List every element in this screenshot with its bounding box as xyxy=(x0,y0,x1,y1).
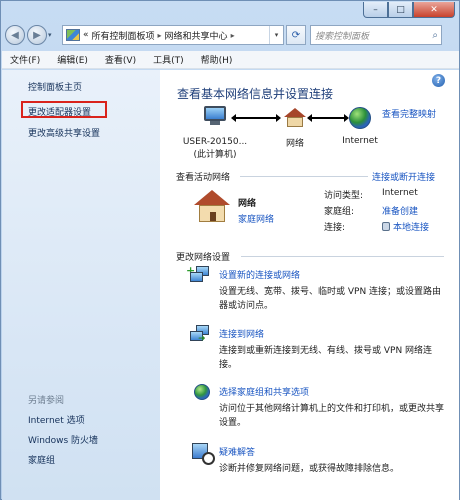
local-connection-entry: 本地连接 xyxy=(382,220,429,233)
divider xyxy=(241,256,444,257)
connect-network-icon: ➜ xyxy=(190,325,210,344)
back-button[interactable]: ◀ xyxy=(5,25,25,45)
see-also-heading: 另请参阅 xyxy=(28,396,65,406)
recent-pages-dropdown[interactable]: ▾ xyxy=(48,31,58,39)
connection-line xyxy=(307,114,349,122)
computer-sublabel: (此计算机) xyxy=(193,150,237,160)
menu-file[interactable]: 文件(F) xyxy=(10,53,40,66)
internet-label: Internet xyxy=(342,136,378,146)
sidebar-item-windows-firewall[interactable]: Windows 防火墙 xyxy=(28,433,98,446)
network-map: USER-20150... (此计算机) 网络 Internet xyxy=(180,106,380,166)
homegroup-sharing-link[interactable]: 选择家庭组和共享选项 xyxy=(219,385,309,398)
sidebar: 控制面板主页 更改适配器设置 更改高级共享设置 另请参阅 Internet 选项… xyxy=(2,70,160,500)
task-description: 连接到或重新连接到无线、有线、拨号或 VPN 网络连接。 xyxy=(219,346,433,370)
sidebar-item-internet-options[interactable]: Internet 选项 xyxy=(28,413,85,426)
local-connection-link[interactable]: 本地连接 xyxy=(393,223,429,233)
computer-icon xyxy=(204,106,226,126)
search-placeholder: 搜索控制面板 xyxy=(315,31,370,42)
info-key: 家庭组: xyxy=(324,207,355,217)
info-value: Internet xyxy=(382,188,418,198)
home-network-icon xyxy=(194,190,230,224)
search-input[interactable]: 搜索控制面板 ⌕ xyxy=(310,25,442,45)
sidebar-item-homegroup[interactable]: 家庭组 xyxy=(28,453,55,466)
task-description: 访问位于其他网络计算机上的文件和打印机，或更改共享设置。 xyxy=(219,404,445,428)
address-dropdown-icon[interactable]: ▾ xyxy=(269,26,283,44)
change-settings-heading: 更改网络设置 xyxy=(176,253,231,263)
breadcrumb-separator-icon[interactable]: ▸ xyxy=(158,31,162,40)
view-full-map-link[interactable]: 查看完整映射 xyxy=(382,107,436,120)
network-type-link[interactable]: 家庭网络 xyxy=(238,212,274,225)
breadcrumb-all-items[interactable]: 所有控制面板项 xyxy=(92,29,155,42)
internet-globe-icon xyxy=(349,107,371,129)
network-house-icon xyxy=(284,108,306,128)
network-name: 网络 xyxy=(238,199,257,209)
homegroup-ready-link[interactable]: 准备创建 xyxy=(382,204,418,217)
breadcrumb-network-center[interactable]: 网络和共享中心 xyxy=(165,29,228,42)
computer-label: USER-20150... (此计算机) xyxy=(180,136,250,162)
caption-buttons: – □ ✕ xyxy=(363,2,455,18)
setup-connection-link[interactable]: 设置新的连接或网络 xyxy=(219,268,300,281)
sidebar-item-control-panel-home[interactable]: 控制面板主页 xyxy=(28,80,82,93)
page-title: 查看基本网络信息并设置连接 xyxy=(177,87,334,101)
minimize-button[interactable]: – xyxy=(363,2,388,18)
address-bar[interactable]: « 所有控制面板项 ▸ 网络和共享中心 ▸ ▾ xyxy=(62,25,284,45)
menu-bar: 文件(F) 编辑(E) 查看(V) 工具(T) 帮助(H) xyxy=(2,51,459,69)
homegroup-sharing-icon xyxy=(190,383,210,401)
info-key: 连接: xyxy=(324,223,346,233)
connect-to-network-link[interactable]: 连接到网络 xyxy=(219,327,264,340)
new-connection-icon: + xyxy=(186,265,210,284)
main-content: ? 查看基本网络信息并设置连接 查看完整映射 USER-20150... (此计… xyxy=(160,70,459,500)
task-description: 设置无线、宽带、拨号、临时或 VPN 连接；或设置路由器或访问点。 xyxy=(219,287,442,311)
menu-help[interactable]: 帮助(H) xyxy=(201,53,233,66)
breadcrumb-separator-icon[interactable]: ▸ xyxy=(231,31,235,40)
network-sharing-center-window: – □ ✕ ◀ ▶ ▾ « 所有控制面板项 ▸ 网络和共享中心 ▸ ▾ ⟳ 搜索… xyxy=(0,0,460,500)
info-key: 访问类型: xyxy=(324,191,364,201)
navigation-bar: ◀ ▶ ▾ « 所有控制面板项 ▸ 网络和共享中心 ▸ ▾ ⟳ 搜索控制面板 ⌕ xyxy=(5,23,457,47)
forward-button[interactable]: ▶ xyxy=(27,25,47,45)
menu-view[interactable]: 查看(V) xyxy=(105,53,136,66)
sidebar-item-change-adapter-settings[interactable]: 更改适配器设置 xyxy=(28,105,91,118)
menu-tools[interactable]: 工具(T) xyxy=(153,53,184,66)
network-adapter-icon xyxy=(382,222,390,231)
help-icon[interactable]: ? xyxy=(432,74,445,87)
address-overflow-chevron[interactable]: « xyxy=(83,30,89,40)
troubleshoot-link[interactable]: 疑难解答 xyxy=(219,445,255,458)
computer-name: USER-20150... xyxy=(182,137,248,147)
menu-edit[interactable]: 编辑(E) xyxy=(57,53,88,66)
connection-line xyxy=(231,114,281,122)
divider xyxy=(240,176,368,177)
refresh-button[interactable]: ⟳ xyxy=(286,25,306,45)
active-networks-heading: 查看活动网络 xyxy=(176,173,231,183)
search-icon[interactable]: ⌕ xyxy=(432,30,438,41)
close-button[interactable]: ✕ xyxy=(413,2,455,18)
troubleshoot-icon xyxy=(190,443,215,465)
maximize-button[interactable]: □ xyxy=(388,2,413,18)
sidebar-item-advanced-sharing[interactable]: 更改高级共享设置 xyxy=(28,126,100,139)
task-description: 诊断并修复网络问题，或获得故障排除信息。 xyxy=(219,464,400,474)
control-panel-icon xyxy=(66,29,80,41)
connect-disconnect-link[interactable]: 连接或断开连接 xyxy=(372,170,435,183)
network-label: 网络 xyxy=(285,139,304,149)
